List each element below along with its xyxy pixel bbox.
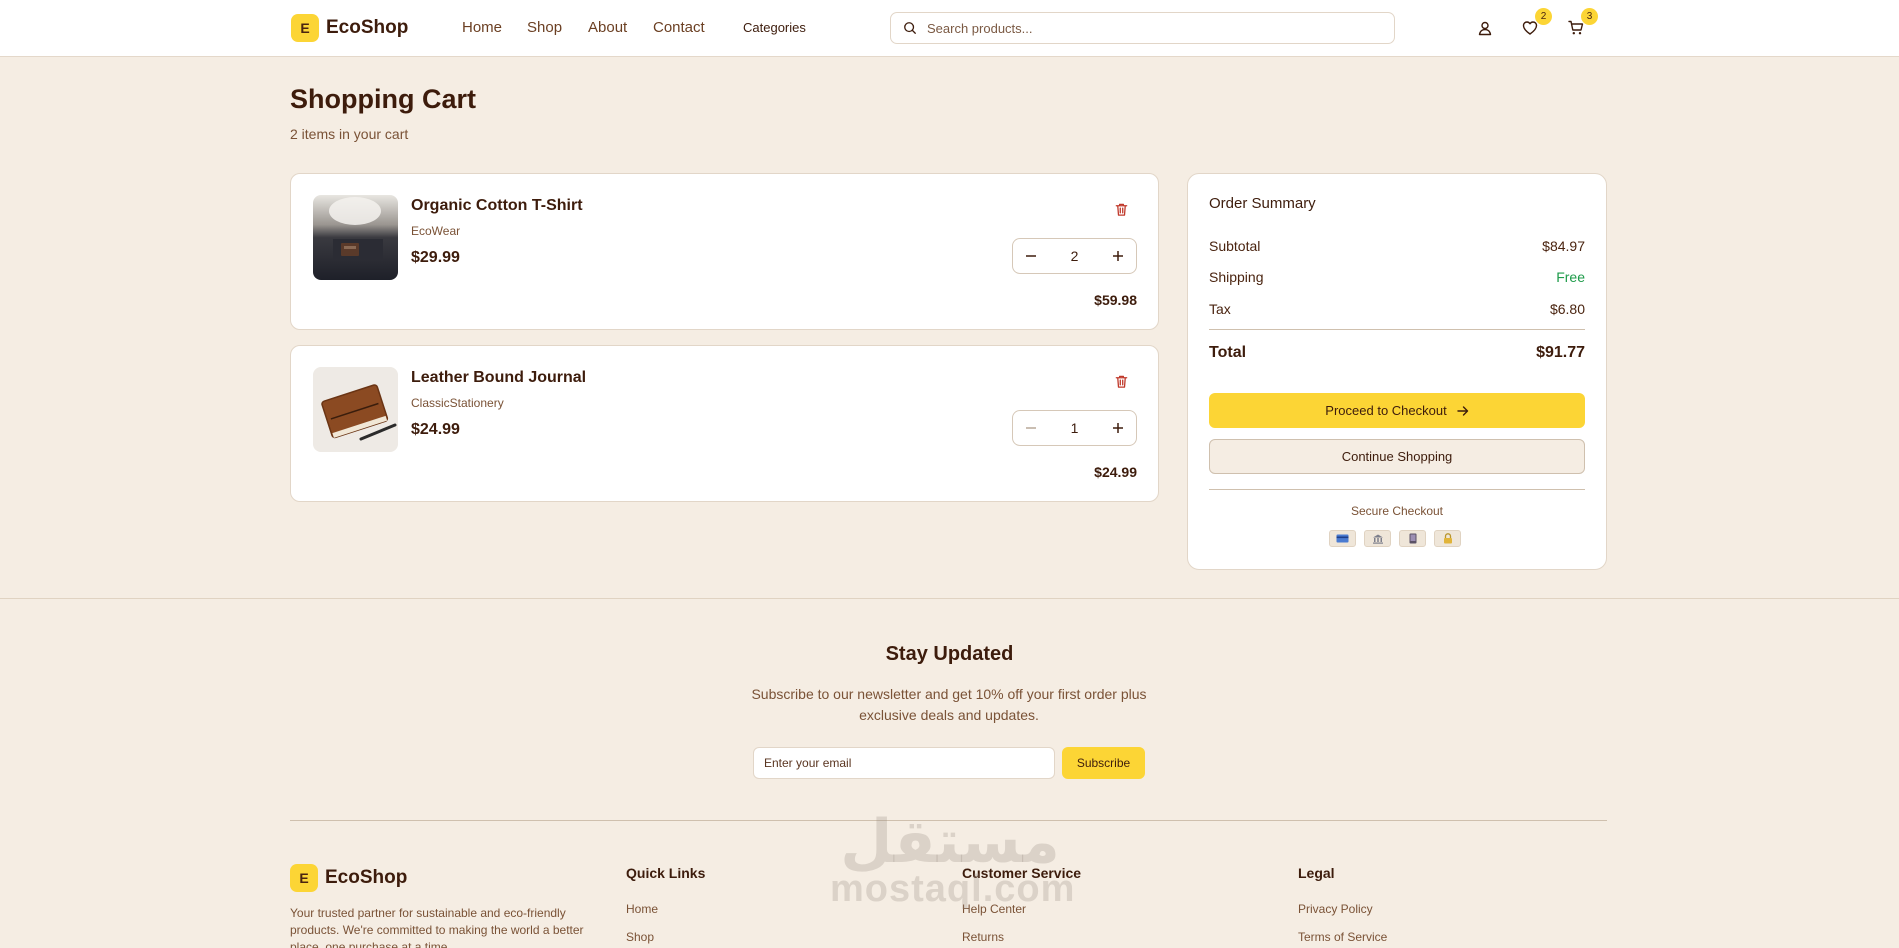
page-title: Shopping Cart — [290, 84, 476, 114]
footer-link-terms-of-service[interactable]: Terms of Service — [1298, 930, 1387, 944]
payment-methods — [1329, 530, 1461, 547]
checkout-label: Proceed to Checkout — [1325, 403, 1447, 418]
footer-link-privacy-policy[interactable]: Privacy Policy — [1298, 902, 1373, 916]
summary-divider — [1209, 489, 1585, 490]
trash-icon[interactable] — [1114, 202, 1129, 217]
increase-quantity-button[interactable] — [1110, 248, 1126, 264]
nav-about[interactable]: About — [588, 19, 627, 36]
footer-description: Your trusted partner for sustainable and… — [290, 906, 584, 948]
product-name[interactable]: Leather Bound Journal — [411, 369, 586, 387]
product-image-tshirt[interactable] — [313, 195, 398, 280]
site-header: E EcoShop Home Shop About Contact Catego… — [0, 0, 1899, 57]
watermark-latin: mostaql.com — [830, 868, 1076, 910]
search-bar[interactable] — [890, 12, 1395, 44]
secure-checkout-label: Secure Checkout — [1350, 504, 1444, 518]
footer-link-returns[interactable]: Returns — [962, 930, 1004, 944]
wishlist-count-badge: 2 — [1535, 8, 1552, 25]
minus-icon — [1026, 255, 1036, 257]
summary-title: Order Summary — [1209, 195, 1316, 212]
newsletter-title: Stay Updated — [885, 643, 1014, 665]
lock-icon — [1434, 530, 1461, 547]
product-price: $29.99 — [411, 249, 460, 266]
cart-count-badge: 3 — [1581, 8, 1598, 25]
quantity-value[interactable]: 2 — [1071, 248, 1079, 264]
decrease-quantity-button[interactable] — [1023, 420, 1039, 436]
product-brand: EcoWear — [411, 224, 461, 238]
nav-home[interactable]: Home — [462, 19, 502, 36]
nav-contact[interactable]: Contact — [653, 19, 705, 36]
mobile-pay-icon — [1399, 530, 1426, 547]
cart-icon[interactable] — [1568, 20, 1584, 36]
subscribe-button[interactable]: Subscribe — [1062, 747, 1145, 779]
logo-badge: E — [291, 14, 319, 42]
watermark-arabic: مستقل — [840, 807, 1060, 877]
trash-icon[interactable] — [1114, 374, 1129, 389]
email-input[interactable] — [753, 747, 1055, 779]
bank-icon — [1364, 530, 1391, 547]
minus-icon — [1026, 427, 1036, 429]
subtotal-value: $84.97 — [1542, 238, 1585, 254]
increase-quantity-button[interactable] — [1110, 420, 1126, 436]
total-value: $91.77 — [1536, 344, 1585, 361]
continue-label: Continue Shopping — [1341, 449, 1453, 464]
newsletter-text: Subscribe to our newsletter and get 10% … — [751, 686, 1147, 723]
subtotal-row: Subtotal $84.97 — [1209, 238, 1585, 254]
product-price: $24.99 — [411, 421, 460, 438]
logo-text: EcoShop — [326, 17, 409, 38]
plus-icon — [1112, 251, 1123, 261]
plus-icon — [1112, 423, 1123, 433]
quantity-stepper: 2 — [1012, 238, 1137, 274]
shipping-row: Shipping Free — [1209, 269, 1585, 285]
quick-links-title: Quick Links — [626, 865, 706, 881]
line-total: $24.99 — [1094, 464, 1137, 480]
footer-link-shop[interactable]: Shop — [626, 930, 654, 944]
legal-title: Legal — [1298, 865, 1335, 881]
nav-shop[interactable]: Shop — [527, 19, 562, 36]
shipping-value: Free — [1556, 269, 1585, 285]
order-summary: Order Summary Subtotal $84.97 Shipping F… — [1187, 173, 1607, 570]
search-icon — [904, 22, 916, 34]
line-total: $59.98 — [1094, 292, 1137, 308]
tax-value: $6.80 — [1549, 301, 1585, 317]
product-name[interactable]: Organic Cotton T-Shirt — [411, 197, 583, 215]
user-icon[interactable] — [1477, 20, 1493, 36]
logo-badge: E — [290, 864, 318, 892]
footer-link-home[interactable]: Home — [626, 902, 658, 916]
quantity-value[interactable]: 1 — [1071, 420, 1079, 436]
product-brand: ClassicStationery — [411, 396, 504, 410]
heart-icon[interactable] — [1522, 20, 1538, 36]
nav-categories[interactable]: Categories — [743, 20, 806, 35]
credit-card-icon — [1329, 530, 1356, 547]
cart-item: Organic Cotton T-Shirt EcoWear $29.99 2 … — [290, 173, 1159, 330]
tax-row: Tax $6.80 — [1209, 301, 1585, 317]
product-image-journal[interactable] — [313, 367, 398, 452]
decrease-quantity-button[interactable] — [1023, 248, 1039, 264]
logo-text: EcoShop — [325, 867, 408, 888]
proceed-to-checkout-button[interactable]: Proceed to Checkout — [1209, 393, 1585, 428]
shipping-label: Shipping — [1209, 269, 1264, 285]
summary-divider — [1209, 329, 1585, 330]
tax-label: Tax — [1209, 301, 1231, 317]
cart-item-count: 2 items in your cart — [290, 126, 409, 142]
subtotal-label: Subtotal — [1209, 238, 1261, 254]
total-label: Total — [1209, 344, 1247, 361]
watermark: مستقل mostaql.com — [830, 807, 1076, 910]
arrow-right-icon — [1457, 405, 1468, 416]
site-logo[interactable]: E EcoShop — [291, 14, 408, 42]
quantity-stepper: 1 — [1012, 410, 1137, 446]
footer-logo[interactable]: E EcoShop — [290, 864, 407, 892]
search-input[interactable] — [927, 20, 1367, 36]
continue-shopping-button[interactable]: Continue Shopping — [1209, 439, 1585, 474]
cart-item: Leather Bound Journal ClassicStationery … — [290, 345, 1159, 502]
total-row: Total $91.77 — [1209, 344, 1585, 362]
